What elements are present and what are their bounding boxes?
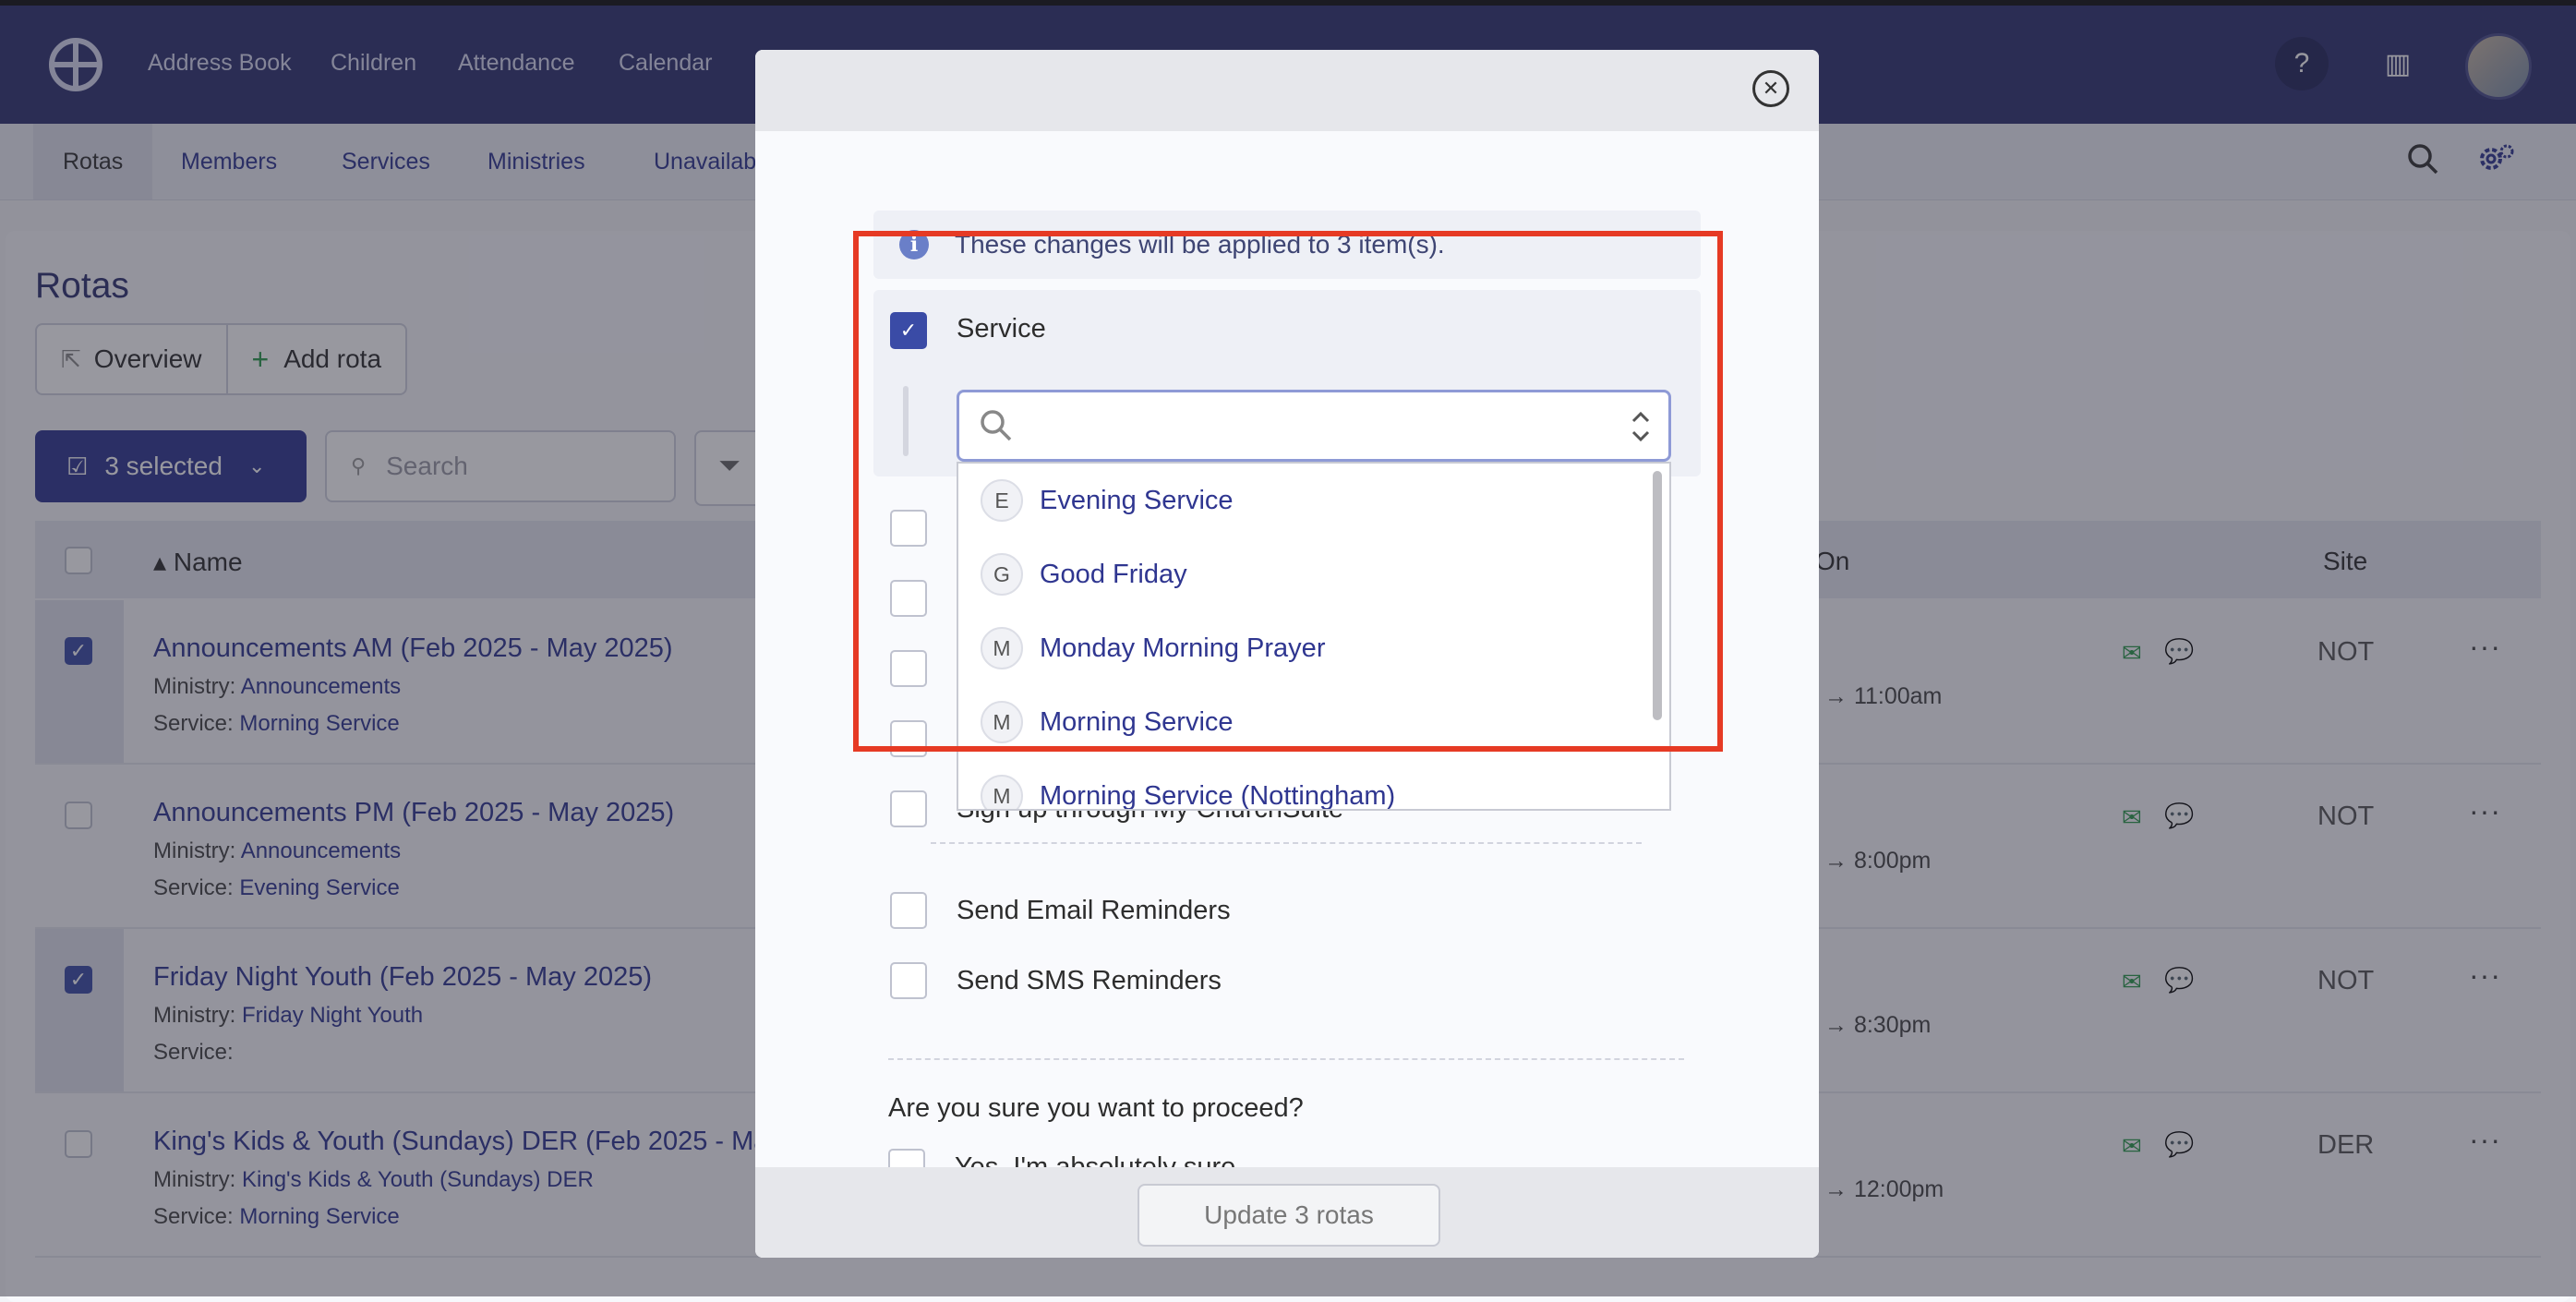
divider [888, 1058, 1684, 1060]
signup-checkbox[interactable] [890, 790, 927, 827]
email-reminders-checkbox[interactable] [890, 892, 927, 929]
option-label: Morning Service (Nottingham) [1040, 780, 1396, 811]
modal-footer: Update 3 rotas [755, 1167, 1819, 1258]
service-option-morning-nottingham[interactable]: M Morning Service (Nottingham) [958, 759, 1642, 811]
option-initial: M [981, 775, 1023, 809]
email-reminders-label: Send Email Reminders [957, 896, 1231, 925]
highlight-annotation [853, 231, 1723, 752]
update-rotas-button[interactable]: Update 3 rotas [1138, 1184, 1440, 1247]
confirm-question: Are you sure you want to proceed? [888, 1093, 1304, 1123]
sms-reminders-label: Send SMS Reminders [957, 966, 1222, 995]
sms-reminders-checkbox[interactable] [890, 962, 927, 999]
divider [931, 842, 1642, 844]
close-icon[interactable]: ✕ [1752, 70, 1789, 107]
modal-header: ✕ [755, 50, 1819, 131]
